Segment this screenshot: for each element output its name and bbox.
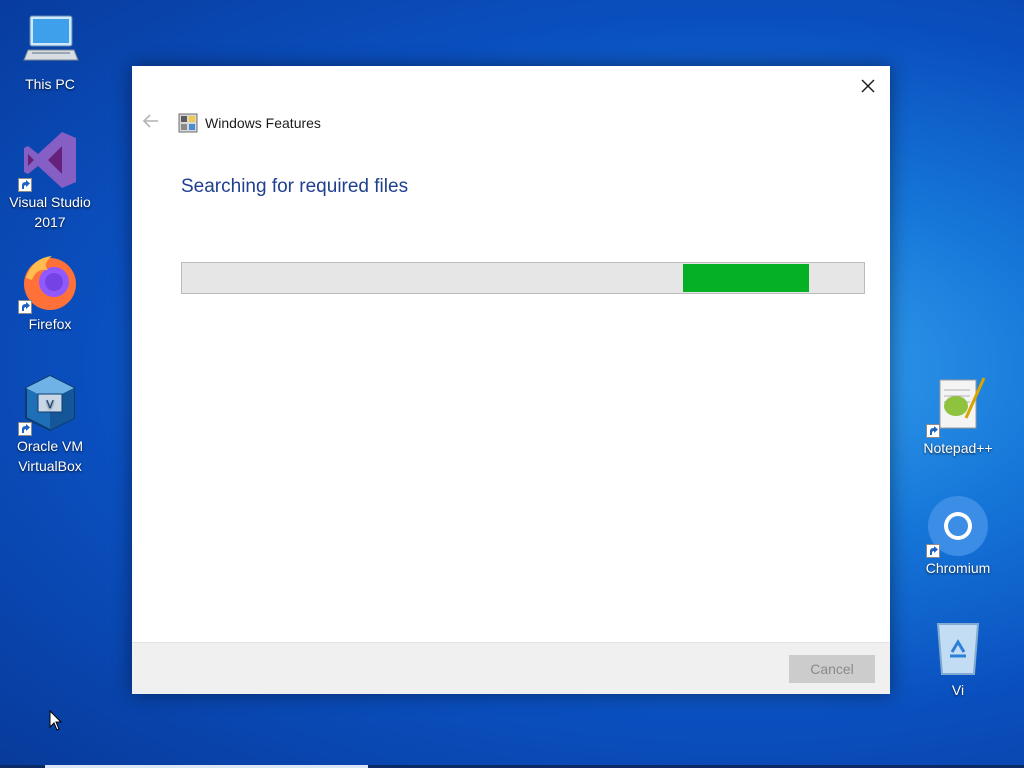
desktop-icon-label: Vi [951, 682, 965, 698]
close-button[interactable] [858, 76, 878, 96]
shortcut-arrow-icon [18, 422, 32, 436]
desktop-icon-this-pc[interactable]: This PC [2, 10, 98, 94]
close-icon [861, 79, 875, 93]
desktop-icon-chromium[interactable]: Chromium [910, 494, 1006, 578]
mouse-cursor-icon [49, 709, 63, 732]
firefox-icon [18, 250, 82, 314]
virtualbox-icon: V [18, 372, 82, 436]
desktop-icon-label: Chromium [925, 560, 991, 576]
shortcut-arrow-icon [18, 300, 32, 314]
desktop-icon-firefox[interactable]: Firefox [2, 250, 98, 334]
desktop-icon-label: Oracle VM VirtualBox [16, 438, 84, 474]
desktop-icon-visual-studio[interactable]: Visual Studio 2017 [2, 128, 98, 232]
desktop-icon-label: Notepad++ [923, 440, 993, 456]
chromium-icon [926, 494, 990, 558]
desktop-icon-virtualbox[interactable]: V Oracle VM VirtualBox [2, 372, 98, 476]
cancel-button[interactable]: Cancel [789, 655, 875, 683]
desktop-icon-notepadpp[interactable]: Notepad++ [910, 374, 1006, 458]
progress-bar [181, 262, 865, 294]
desktop-icon-label: This PC [25, 76, 75, 92]
desktop-icon-label: Visual Studio 2017 [9, 194, 91, 230]
windows-features-icon [178, 113, 198, 133]
recycle-bin-icon [926, 616, 990, 680]
notepadpp-icon [926, 374, 990, 438]
progress-bar-fill [683, 264, 809, 292]
this-pc-icon [18, 10, 82, 74]
visual-studio-icon [18, 128, 82, 192]
shortcut-arrow-icon [18, 178, 32, 192]
back-arrow-icon [142, 114, 158, 128]
shortcut-arrow-icon [926, 424, 940, 438]
shortcut-arrow-icon [926, 544, 940, 558]
window-title: Windows Features [205, 115, 321, 131]
back-button[interactable] [142, 114, 160, 128]
dialog-footer: Cancel [132, 642, 890, 694]
svg-text:V: V [46, 398, 54, 411]
status-heading: Searching for required files [181, 176, 409, 197]
desktop-icon-recycle-bin[interactable]: Vi [910, 616, 1006, 700]
desktop-icon-label: Firefox [28, 316, 72, 332]
windows-features-dialog: Windows Features Searching for required … [132, 66, 890, 694]
